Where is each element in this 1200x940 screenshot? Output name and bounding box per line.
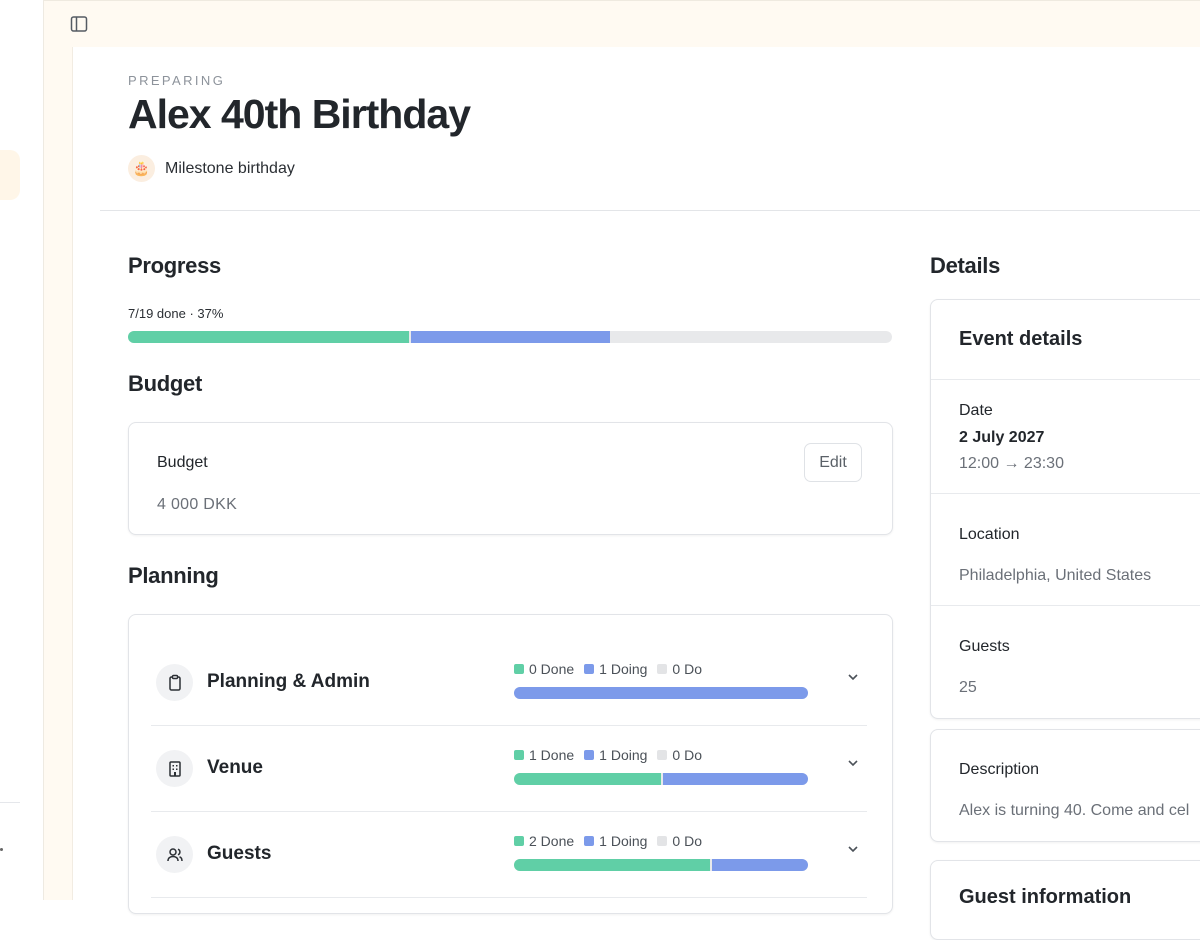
chevron-down-icon[interactable] (845, 755, 861, 771)
legend-todo: 0 Do (657, 661, 702, 677)
description-value: Alex is turning 40. Come and cel (959, 802, 1190, 819)
guest-information-card: Guest information (930, 860, 1200, 940)
birthday-cake-icon: 🎂 (128, 155, 155, 182)
progress-doing-segment (411, 331, 611, 343)
edit-budget-button[interactable]: Edit (804, 443, 862, 482)
legend-todo: 0 Do (657, 833, 702, 849)
budget-card: Budget 4 000 DKK Edit (128, 422, 893, 535)
chevron-down-icon[interactable] (845, 841, 861, 857)
event-status: PREPARING (128, 73, 226, 88)
planning-row-name: Guests (207, 843, 272, 864)
time-value: 12:00 → 23:30 (959, 455, 1064, 472)
status-legend: 1 Done 1 Doing 0 Do (514, 747, 702, 763)
legend-doing: 1 Doing (584, 661, 647, 677)
budget-amount: 4 000 DKK (157, 496, 238, 513)
guests-label: Guests (959, 638, 1010, 655)
event-details-card: Event details Date 2 July 2027 12:00 → 2… (930, 299, 1200, 719)
location-value: Philadelphia, United States (959, 567, 1152, 584)
row-doing-segment (663, 773, 808, 785)
legend-done: 2 Done (514, 833, 574, 849)
planning-row[interactable]: Guests 2 Done 1 Doing 0 Do (151, 811, 867, 898)
status-legend: 2 Done 1 Doing 0 Do (514, 833, 702, 849)
planning-row[interactable]: Venue 1 Done 1 Doing 0 Do (151, 725, 867, 812)
event-type: 🎂 Milestone birthday (128, 155, 295, 182)
legend-done: 0 Done (514, 661, 574, 677)
legend-done: 1 Done (514, 747, 574, 763)
row-doing-segment (514, 687, 808, 699)
date-value: 2 July 2027 (959, 429, 1045, 446)
progress-summary: 7/19 done · 37% (128, 306, 224, 321)
panel-left-icon (70, 16, 88, 32)
top-bar (44, 0, 1200, 48)
details-divider (931, 379, 1200, 380)
left-gutter (44, 47, 73, 900)
sidebar-toggle-button[interactable] (68, 13, 90, 35)
sidebar-divider (0, 802, 20, 803)
planning-row-progress-bar (514, 687, 808, 699)
legend-doing: 1 Doing (584, 833, 647, 849)
status-legend: 0 Done 1 Doing 0 Do (514, 661, 702, 677)
description-label: Description (959, 761, 1040, 778)
date-label: Date (959, 402, 993, 419)
planning-heading: Planning (128, 563, 219, 588)
row-done-segment (514, 773, 661, 785)
chevron-down-icon[interactable] (845, 669, 861, 685)
budget-label: Budget (157, 454, 208, 471)
event-details-title: Event details (959, 328, 1083, 350)
details-divider (931, 493, 1200, 494)
details-divider (931, 605, 1200, 606)
budget-heading: Budget (128, 371, 202, 396)
planning-row-name: Venue (207, 757, 263, 778)
page-title: Alex 40th Birthday (128, 91, 471, 137)
guest-information-title: Guest information (959, 886, 1132, 908)
event-type-label: Milestone birthday (165, 159, 295, 177)
header-divider (100, 210, 1200, 211)
planning-row-progress-bar (514, 773, 808, 785)
description-card: Description Alex is turning 40. Come and… (930, 729, 1200, 842)
legend-todo: 0 Do (657, 747, 702, 763)
progress-done-segment (128, 331, 410, 343)
details-heading: Details (930, 253, 1001, 278)
sidebar (0, 0, 44, 900)
clipboard-icon (156, 664, 193, 701)
sidebar-collapsed-item[interactable] (0, 848, 3, 851)
row-done-segment (514, 859, 710, 871)
main-content: PREPARING Alex 40th Birthday 🎂 Milestone… (73, 47, 1200, 940)
location-label: Location (959, 526, 1020, 543)
planning-row-name: Planning & Admin (207, 671, 370, 692)
row-doing-segment (711, 859, 808, 871)
sidebar-active-item[interactable] (0, 150, 20, 200)
users-icon (156, 836, 193, 873)
planning-row-progress-bar (514, 859, 808, 871)
building-icon (156, 750, 193, 787)
guests-value: 25 (959, 679, 977, 696)
planning-card: Planning & Admin 0 Done 1 Doing 0 Do Ven… (128, 614, 893, 914)
progress-bar (128, 331, 892, 343)
planning-row[interactable]: Planning & Admin 0 Done 1 Doing 0 Do (151, 639, 867, 726)
progress-heading: Progress (128, 253, 221, 278)
legend-doing: 1 Doing (584, 747, 647, 763)
